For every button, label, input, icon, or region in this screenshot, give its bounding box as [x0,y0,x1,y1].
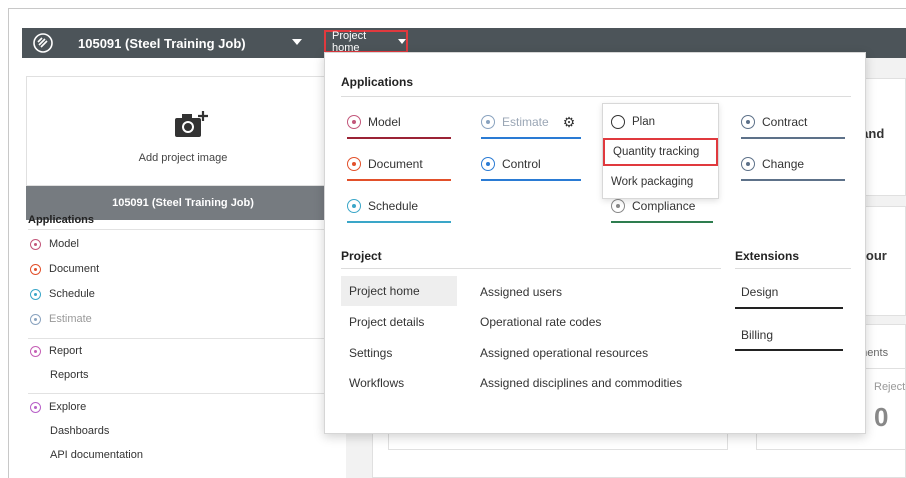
project-heading: Project [341,249,382,263]
menu-item-quantity-tracking[interactable]: Quantity tracking [603,138,718,166]
menu-link-settings[interactable]: Settings [349,346,392,360]
app-label: Compliance [632,199,696,213]
sidebar-item-document[interactable]: Document [30,263,99,275]
app-estimate[interactable]: Estimate ⚙ [481,105,581,139]
compliance-icon [611,199,625,213]
add-project-image-label: Add project image [138,152,228,164]
app-underline [611,221,713,223]
menu-link-billing[interactable]: Billing [741,328,773,342]
app-underline [347,179,451,181]
left-panel: Add project image 105091 (Steel Training… [22,58,346,478]
menu-item-label: Quantity tracking [613,146,700,158]
app-label: Change [762,157,805,171]
app-underline [481,137,581,139]
model-icon [30,238,41,250]
chevron-down-icon [398,39,406,44]
sidebar-item-estimate[interactable]: Estimate [30,313,92,325]
report-icon [30,345,41,357]
gear-icon[interactable]: ⚙ [563,114,576,131]
document-icon [30,263,41,275]
menu-item-work-packaging[interactable]: Work packaging [603,170,718,194]
project-home-dropdown: Applications Model Estimate ⚙ Contract D… [324,52,866,434]
sidebar-item-reports[interactable]: Reports [50,369,89,381]
extension-underline [735,349,843,351]
sidebar-item-explore[interactable]: Explore [30,401,86,413]
menu-link-assigned-operational-resources[interactable]: Assigned operational resources [480,346,648,360]
applications-heading: Applications [28,214,95,226]
app-control[interactable]: Control [481,147,581,181]
app-plan[interactable]: Plan [603,110,718,134]
app-underline [741,137,845,139]
app-change[interactable]: Change [741,147,845,181]
partial-count: 0 [874,402,889,432]
sidebar-item-label: Report [49,345,83,357]
app-label: Contract [762,115,808,129]
project-home-menu-label: Project home [332,29,367,54]
menu-link-project-home[interactable]: Project home [341,276,457,306]
change-icon [741,157,755,171]
menu-link-assigned-users[interactable]: Assigned users [480,285,562,299]
sidebar-item-schedule[interactable]: Schedule [30,288,95,300]
app-underline [347,137,451,139]
menu-item-label: Work packaging [611,176,694,188]
control-icon [481,157,495,171]
sidebar-item-label: Schedule [49,288,95,300]
explore-icon [30,401,41,413]
applications-heading: Applications [341,75,414,89]
app-label: Document [368,157,423,171]
sidebar-item-label: Explore [49,401,87,413]
app-contract[interactable]: Contract [741,105,845,139]
menu-link-operational-rate-codes[interactable]: Operational rate codes [480,315,601,329]
chevron-down-icon [292,39,302,45]
schedule-icon [30,288,41,300]
job-selector-label: 105091 (Steel Training Job) [78,35,246,51]
sidebar-item-api-documentation[interactable]: API documentation [50,449,143,461]
sidebar-item-model[interactable]: Model [30,238,79,250]
app-label: Control [502,157,541,171]
menu-link-assigned-disciplines[interactable]: Assigned disciplines and commodities [480,376,682,390]
menu-link-workflows[interactable]: Workflows [349,376,404,390]
contract-icon [741,115,755,129]
app-logo-icon[interactable] [22,28,64,58]
sidebar-item-label: Model [49,238,79,250]
extension-underline [735,307,843,309]
estimate-icon [481,115,495,129]
app-label: Schedule [368,199,419,213]
plan-icon [611,115,625,129]
divider [28,338,344,339]
app-label: Plan [632,116,656,128]
divider [341,268,721,269]
model-icon [347,115,361,129]
app-schedule[interactable]: Schedule [347,189,451,223]
app-frame: 105091 (Steel Training Job) Project home… [0,0,906,478]
schedule-icon [347,199,361,213]
partial-label: Reject [874,381,906,393]
plan-submenu: Plan Quantity tracking Work packaging [602,103,719,199]
divider [28,229,344,230]
app-underline [741,179,845,181]
project-title: 105091 (Steel Training Job) [112,197,254,209]
estimate-icon [30,313,41,325]
project-image-card[interactable]: Add project image [26,76,340,186]
app-underline [347,221,451,223]
document-icon [347,157,361,171]
sidebar-item-label: Estimate [49,313,92,325]
app-document[interactable]: Document [347,147,451,181]
app-model[interactable]: Model [347,105,451,139]
sidebar-item-label: Document [49,263,100,275]
app-label: Model [368,115,401,129]
camera-add-icon [175,111,208,137]
divider [341,96,851,97]
job-selector[interactable]: 105091 (Steel Training Job) [64,28,316,58]
app-label: Estimate [502,115,549,129]
sidebar-item-dashboards[interactable]: Dashboards [50,425,109,437]
extensions-heading: Extensions [735,249,800,263]
app-underline [481,179,581,181]
divider [735,268,851,269]
divider [28,393,344,394]
project-home-menu-button[interactable]: Project home [324,29,408,54]
sidebar-item-report[interactable]: Report [30,345,82,357]
menu-link-project-details[interactable]: Project details [349,315,424,329]
menu-link-design[interactable]: Design [741,285,778,299]
